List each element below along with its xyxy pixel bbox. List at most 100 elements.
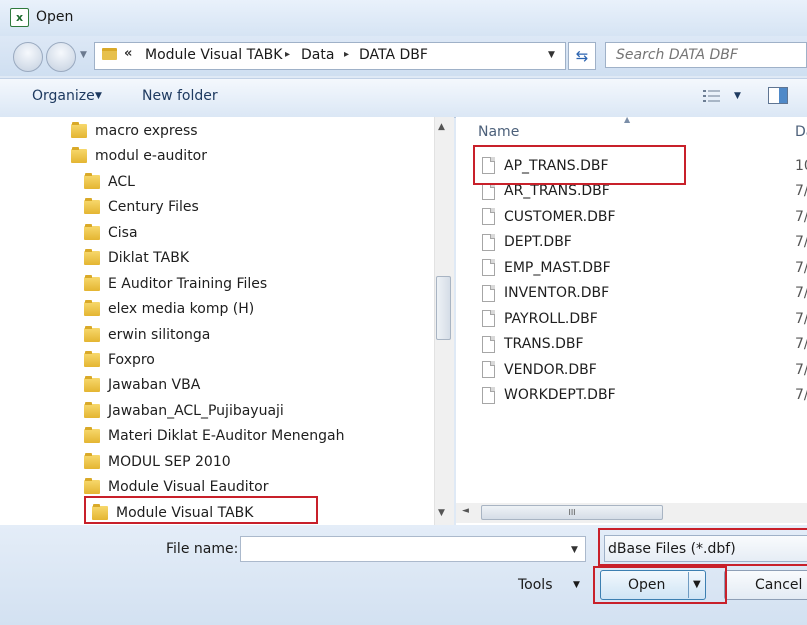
title-bar [0, 0, 807, 36]
file-name: EMP_MAST.DBF [504, 259, 611, 276]
tree-item[interactable]: erwin silitonga [0, 323, 434, 347]
new-folder-button[interactable]: New folder [142, 88, 218, 104]
breadcrumb-data[interactable]: Data [301, 47, 334, 63]
file-name: INVENTOR.DBF [504, 285, 610, 302]
file-date: 7/ [795, 183, 807, 200]
horizontal-scrollbar-thumb[interactable]: III [481, 505, 663, 520]
recent-pages-arrow-icon[interactable]: ▼ [80, 50, 87, 60]
file-rows: AP_TRANS.DBF10AR_TRANS.DBF7/CUSTOMER.DBF… [458, 153, 807, 408]
tree-item-label: Century Files [108, 199, 199, 216]
navigation-scrollbar-thumb[interactable] [436, 276, 451, 340]
folder-icon [84, 274, 100, 291]
file-row[interactable]: EMP_MAST.DBF 7/ [458, 255, 807, 281]
dbf-file-icon [482, 233, 495, 251]
highlight-ap-trans [473, 145, 686, 185]
folder-icon [84, 427, 100, 444]
file-row[interactable]: VENDOR.DBF 7/ [458, 357, 807, 383]
tree-item[interactable]: Materi Diklat E-Auditor Menengah [0, 424, 434, 448]
tree-item[interactable]: modul e-auditor [0, 144, 434, 168]
highlight-open-button [593, 566, 727, 604]
tree-item-label: MODUL SEP 2010 [108, 453, 231, 470]
column-header-date[interactable]: Da [795, 124, 807, 140]
file-date: 7/ [795, 208, 807, 225]
folder-icon [71, 122, 87, 138]
breadcrumb-separator-icon[interactable]: ▸ [344, 49, 349, 60]
file-name: WORKDEPT.DBF [504, 387, 616, 404]
tree-item[interactable]: ACL [0, 170, 434, 194]
breadcrumb-module-visual-tabk[interactable]: Module Visual TABK [145, 47, 282, 63]
breadcrumb-data-dbf[interactable]: DATA DBF [359, 47, 428, 63]
tree-item[interactable]: Jawaban VBA [0, 373, 434, 397]
tree-item-label: modul e-auditor [95, 148, 208, 165]
search-input[interactable] [614, 46, 798, 64]
tree-item[interactable]: Cisa [0, 221, 434, 245]
change-view-icon[interactable] [703, 89, 720, 103]
tree-item[interactable]: MODUL SEP 2010 [0, 450, 434, 474]
dbf-file-icon [482, 386, 495, 404]
command-toolbar [0, 78, 807, 118]
file-row[interactable]: CUSTOMER.DBF 7/ [458, 204, 807, 230]
file-row[interactable]: WORKDEPT.DBF 7/ [458, 383, 807, 409]
file-name: CUSTOMER.DBF [504, 208, 616, 225]
organize-dropdown-icon[interactable]: ▼ [95, 91, 102, 101]
preview-pane-icon[interactable] [768, 87, 788, 104]
address-dropdown-icon[interactable]: ▼ [548, 50, 555, 60]
highlight-module-visual-tabk [84, 496, 318, 524]
file-name: AR_TRANS.DBF [504, 183, 610, 200]
file-row[interactable]: PAYROLL.DBF 7/ [458, 306, 807, 332]
tree-item[interactable]: E Auditor Training Files [0, 272, 434, 296]
file-date: 7/ [795, 259, 807, 276]
highlight-file-type [598, 528, 807, 566]
back-button[interactable] [13, 42, 43, 72]
tree-item[interactable]: Century Files [0, 195, 434, 219]
file-name-dropdown-icon[interactable]: ▼ [571, 545, 578, 555]
file-name: VENDOR.DBF [504, 361, 597, 378]
folder-icon [84, 325, 100, 342]
tools-button[interactable]: Tools [518, 577, 553, 593]
file-date: 7/ [795, 310, 807, 327]
refresh-icon[interactable]: ⇆ [568, 42, 596, 70]
file-row[interactable]: TRANS.DBF 7/ [458, 332, 807, 358]
folder-icon [84, 350, 100, 367]
tree-item-label: erwin silitonga [108, 326, 211, 343]
tree-item[interactable]: elex media komp (H) [0, 297, 434, 321]
dbf-file-icon [482, 335, 495, 353]
tree-item-label: Materi Diklat E-Auditor Menengah [108, 428, 345, 445]
folder-icon [84, 172, 100, 189]
folder-icon [84, 478, 100, 495]
file-row[interactable]: INVENTOR.DBF 7/ [458, 281, 807, 307]
scroll-left-icon[interactable]: ◄ [462, 506, 469, 516]
folder-icon [84, 249, 100, 266]
organize-button[interactable]: Organize [32, 88, 95, 104]
breadcrumb-separator-icon[interactable]: ▸ [285, 49, 290, 60]
file-date: 7/ [795, 336, 807, 353]
file-date: 7/ [795, 234, 807, 251]
dbf-file-icon [482, 182, 495, 200]
breadcrumb-overflow[interactable]: « [124, 46, 132, 61]
file-row[interactable]: DEPT.DBF 7/ [458, 230, 807, 256]
tree-item[interactable]: Foxpro [0, 348, 434, 372]
file-name: PAYROLL.DBF [504, 310, 598, 327]
folder-icon [84, 223, 100, 240]
tree-item-label: Cisa [108, 224, 138, 241]
view-options-dropdown-icon[interactable]: ▼ [734, 91, 741, 101]
tree-item[interactable]: Jawaban_ACL_Pujibayuaji [0, 399, 434, 423]
tree-item-label: ACL [108, 173, 135, 190]
tree-item-label: elex media komp (H) [108, 301, 255, 318]
column-header-name[interactable]: Name [478, 124, 519, 140]
forward-button[interactable] [46, 42, 76, 72]
scroll-down-icon[interactable]: ▼ [438, 508, 445, 518]
folder-icon [84, 452, 100, 469]
tree-item-label: Jawaban VBA [108, 377, 201, 394]
folder-icon [84, 376, 100, 393]
tools-dropdown-icon[interactable]: ▼ [573, 580, 580, 590]
folder-tree: macro express modul e-auditor ACL Century F… [0, 117, 434, 525]
folder-icon [84, 198, 100, 215]
file-name: TRANS.DBF [504, 336, 584, 353]
window-title: Open [36, 9, 74, 25]
scroll-up-icon[interactable]: ▲ [438, 122, 445, 132]
tree-item[interactable]: macro express [0, 119, 434, 143]
tree-item[interactable]: Diklat TABK [0, 246, 434, 270]
file-name-input[interactable] [240, 536, 586, 562]
file-name-label: File name: [166, 541, 239, 557]
